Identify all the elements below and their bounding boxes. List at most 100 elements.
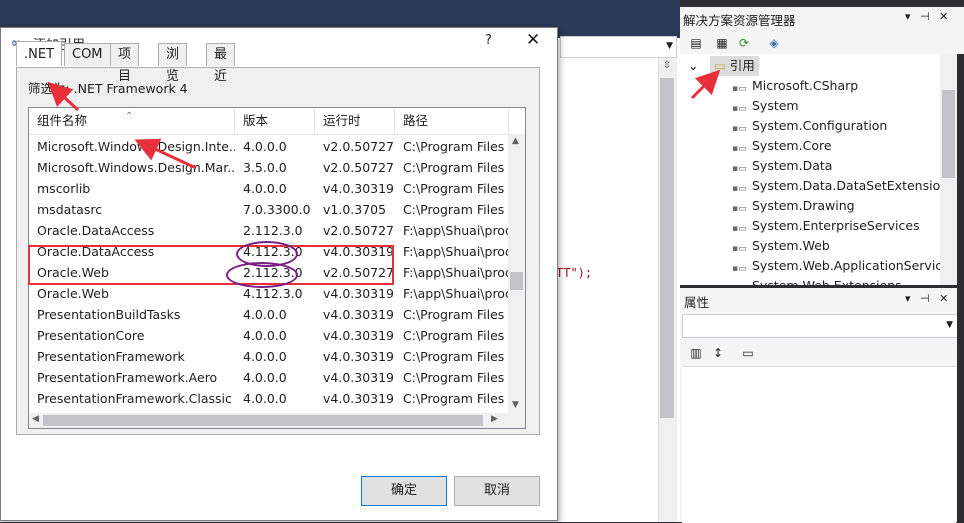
tree-item-label: System.EnterpriseServices xyxy=(752,218,920,233)
property-pages-icon[interactable]: ▭ xyxy=(740,345,756,361)
categorized-icon[interactable]: ▥ xyxy=(688,345,704,361)
tree-item-reference[interactable]: ▪▭ System.Drawing xyxy=(732,196,855,216)
tree-item-label: System.Web.Extensions xyxy=(752,278,902,285)
reference-icon: ▪▭ xyxy=(732,84,747,94)
cell-path: C:\Program Files (x xyxy=(403,202,509,217)
tab-browse[interactable]: 浏览 xyxy=(158,43,188,84)
tree-collapse-chevron-icon[interactable]: ⌄ xyxy=(688,56,698,76)
tree-item-reference[interactable]: ▪▭ System.Data.DataSetExtensions xyxy=(732,176,940,196)
cell-runtime: v4.0.30319 xyxy=(323,286,395,301)
ide-title-strip xyxy=(0,0,680,30)
tree-item-reference[interactable]: ▪▭ Microsoft.CSharp xyxy=(732,76,858,96)
scroll-up-icon[interactable]: ▲ xyxy=(512,136,519,146)
list-header: 组件名称 ⌃ 版本 运行时 路径 xyxy=(29,108,509,135)
tree-item-label: System.Web xyxy=(752,238,830,253)
column-header-path[interactable]: 路径 xyxy=(395,108,509,134)
cell-version: 4.0.0.0 xyxy=(243,307,287,322)
list-row[interactable]: msdatasrc 7.0.3300.0 v1.0.3705 C:\Program F… xyxy=(29,199,509,220)
member-dropdown[interactable]: ▼ xyxy=(560,36,677,58)
cell-path: C:\Program Files (x xyxy=(403,391,509,406)
cell-path: F:\app\Shuai\produ xyxy=(403,286,509,301)
list-horizontal-scrollbar[interactable]: ◀ ▶ xyxy=(29,413,525,428)
cell-path: C:\Program Files (x xyxy=(403,307,509,322)
cell-version: 4.0.0.0 xyxy=(243,328,287,343)
tab-recent[interactable]: 最近 xyxy=(206,43,236,84)
column-header-name[interactable]: 组件名称 ⌃ xyxy=(29,108,235,134)
list-row[interactable]: PresentationBuildTasks 4.0.0.0 v4.0.30319 C… xyxy=(29,304,509,325)
column-header-version[interactable]: 版本 xyxy=(235,108,315,134)
tree-item-reference[interactable]: ▪▭ System.Web.Extensions xyxy=(732,276,902,285)
solution-scroll-thumb[interactable] xyxy=(942,90,955,178)
scroll-left-icon[interactable]: ◀ xyxy=(32,414,39,424)
cancel-button[interactable]: 取消 xyxy=(454,476,540,506)
sort-arrow-icon: ⌃ xyxy=(125,111,134,122)
close-icon[interactable]: ✕ xyxy=(526,30,540,50)
cell-name: mscorlib xyxy=(37,181,91,196)
help-button[interactable]: ? xyxy=(485,33,492,48)
scroll-thumb[interactable] xyxy=(510,272,523,290)
cell-name: Oracle.Web xyxy=(37,286,109,301)
cell-name: PresentationFramework.Classic xyxy=(37,391,232,406)
list-vertical-scrollbar[interactable]: ▲ ▼ xyxy=(508,134,525,414)
object-selector[interactable]: ▼ xyxy=(682,314,958,338)
class-diagram-icon[interactable]: ◈ xyxy=(766,35,782,51)
tab-com[interactable]: COM xyxy=(64,43,111,66)
refresh-icon[interactable]: ⟳ xyxy=(736,35,752,51)
tree-item-references[interactable]: ▭ 引用 xyxy=(710,56,759,76)
list-row[interactable]: Microsoft.Windows.Design.Mar... 3.5.0.0 v2… xyxy=(29,157,509,178)
tree-item-label: System.Core xyxy=(752,138,832,153)
scroll-right-icon[interactable]: ▶ xyxy=(491,414,498,424)
oracle-highlight-box xyxy=(28,245,394,285)
cell-runtime: v4.0.30319 xyxy=(323,349,395,364)
cell-version: 4.0.0.0 xyxy=(243,349,287,364)
solution-explorer-toolbar: ▤ ▦ ⟳ ◈ xyxy=(680,30,964,55)
tree-item-reference[interactable]: ▪▭ System.Web xyxy=(732,236,830,256)
show-all-files-icon[interactable]: ▦ xyxy=(714,35,730,51)
tree-item-reference[interactable]: ▪▭ System.Data xyxy=(732,156,832,176)
panel-window-buttons[interactable]: ▾ ⊣ ✕ xyxy=(905,10,951,23)
tree-item-reference[interactable]: ▪▭ System.Configuration xyxy=(732,116,887,136)
tree-item-label: System.Configuration xyxy=(752,118,888,133)
split-icon[interactable]: ⇳ xyxy=(660,60,674,74)
filter-label: 筛选为: .NET Framework 4 xyxy=(28,81,188,96)
editor-scroll-thumb[interactable] xyxy=(660,78,674,418)
scroll-down-icon[interactable]: ▼ xyxy=(512,400,519,410)
reference-icon: ▪▭ xyxy=(732,279,747,285)
cell-path: F:\app\Shuai\produ xyxy=(403,244,509,259)
cell-path: C:\Program Files (x xyxy=(403,349,509,364)
tab-project[interactable]: 项目 xyxy=(110,43,140,84)
list-row[interactable]: PresentationFramework.Aero 4.0.0.0 v4.0.30… xyxy=(29,367,509,388)
ok-button[interactable]: 确定 xyxy=(361,476,447,506)
column-header-runtime[interactable]: 运行时 xyxy=(315,108,395,134)
tree-item-label: System.Data.DataSetExtensions xyxy=(752,178,940,193)
list-row[interactable]: PresentationFramework 4.0.0.0 v4.0.30319 C:… xyxy=(29,346,509,367)
list-row[interactable]: PresentationFramework.Classic 4.0.0.0 v4.0… xyxy=(29,388,509,409)
list-row[interactable]: PresentationCore 4.0.0.0 v4.0.30319 C:\Prog… xyxy=(29,325,509,346)
list-row[interactable]: mscorlib 4.0.0.0 v4.0.30319 C:\Program File… xyxy=(29,178,509,199)
tab-net[interactable]: .NET xyxy=(16,41,63,66)
properties-icon[interactable]: ▤ xyxy=(688,35,704,51)
cell-runtime: v1.0.3705 xyxy=(323,202,387,217)
cell-name: Microsoft.Windows.Design.Inte... xyxy=(37,139,235,154)
panel-window-buttons[interactable]: ▾ ⊣ ✕ xyxy=(905,292,951,305)
folder-icon: ▭ xyxy=(714,58,726,73)
tree-item-label: System.Drawing xyxy=(752,198,855,213)
cell-path: C:\Program Files (x xyxy=(403,181,509,196)
properties-title: 属性 xyxy=(684,295,710,310)
tree-item-label: 引用 xyxy=(729,58,755,73)
cell-runtime: v4.0.30319 xyxy=(323,328,395,343)
tree-item-reference[interactable]: ▪▭ System.EnterpriseServices xyxy=(732,216,920,236)
property-grid[interactable] xyxy=(682,366,956,523)
list-row[interactable]: Microsoft.Windows.Design.Inte... 4.0.0.0 v… xyxy=(29,136,509,157)
tree-item-reference[interactable]: ▪▭ System.Web.ApplicationServices xyxy=(732,256,940,276)
alphabetical-icon[interactable]: ↕ xyxy=(710,345,726,361)
tree-item-label: System xyxy=(752,98,799,113)
scroll-thumb[interactable] xyxy=(43,415,483,426)
tree-item-label: System.Data xyxy=(752,158,833,173)
tree-item-reference[interactable]: ▪▭ System xyxy=(732,96,799,116)
reference-icon: ▪▭ xyxy=(732,264,747,274)
cell-name: Oracle.DataAccess xyxy=(37,223,155,238)
tree-item-reference[interactable]: ▪▭ System.Core xyxy=(732,136,832,156)
cell-name: PresentationFramework xyxy=(37,349,185,364)
list-row[interactable]: Oracle.DataAccess 2.112.3.0 v2.0.50727 F:\a… xyxy=(29,220,509,241)
